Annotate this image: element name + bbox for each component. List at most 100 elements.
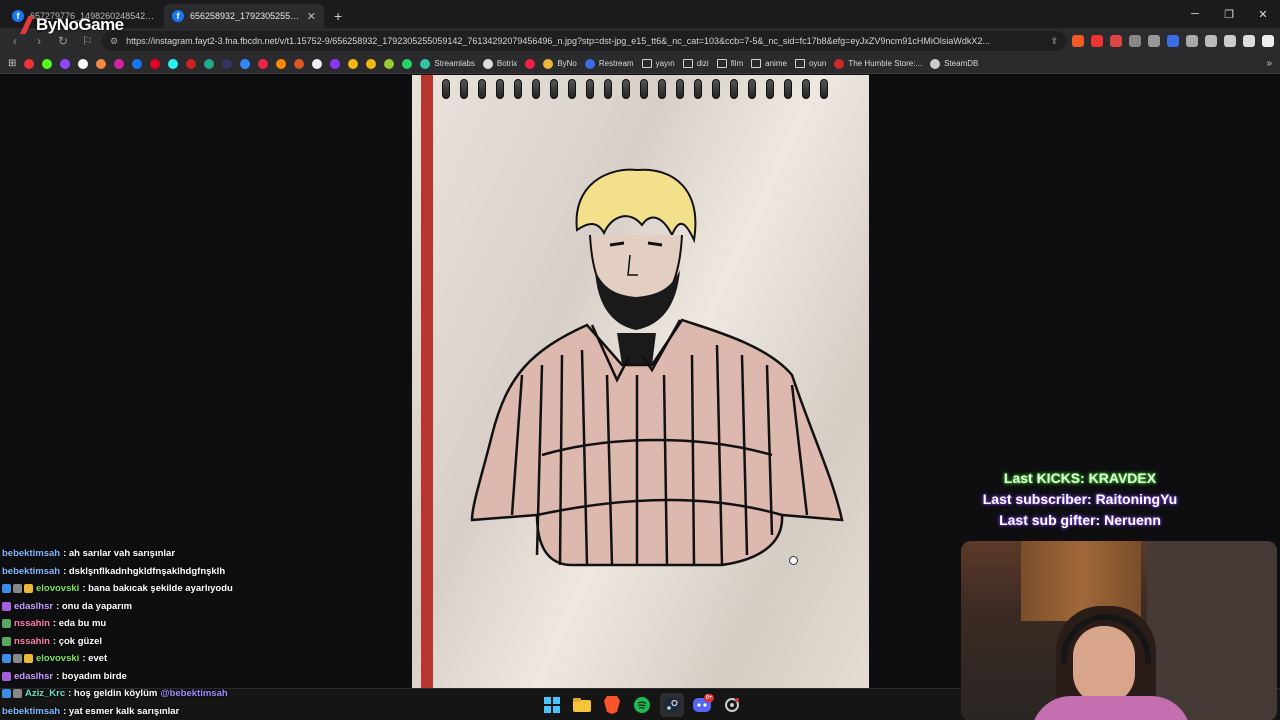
apps-grid-icon[interactable]: ⊞ bbox=[8, 58, 16, 69]
bookmark-icon[interactable] bbox=[96, 58, 107, 69]
bookmark-label: dizi bbox=[696, 59, 709, 68]
bookmark-icon[interactable] bbox=[222, 58, 233, 69]
tiktok-icon[interactable] bbox=[168, 58, 179, 69]
tab-strip: f 657279776_1498260248542652_79... f 656… bbox=[0, 0, 1280, 28]
chat-badges bbox=[2, 601, 11, 611]
bookmark-folder-yayin[interactable]: yayın bbox=[641, 59, 675, 68]
folder-shape bbox=[573, 698, 591, 712]
bookmark-icon[interactable] bbox=[525, 58, 536, 69]
chat-message: edaslhsr: onu da yaparım bbox=[2, 598, 332, 616]
chat-username[interactable]: bebektimsah bbox=[2, 548, 60, 559]
chat-username[interactable]: nssahin bbox=[14, 636, 50, 647]
puzzle-icon[interactable] bbox=[1186, 35, 1198, 47]
chat-username[interactable]: elovovski bbox=[36, 653, 79, 664]
twitch-icon[interactable] bbox=[60, 58, 71, 69]
chat-message: bebektimsah: dsklşnflkadnhgkldfnşaklhdgf… bbox=[2, 563, 332, 581]
streamer-sweater bbox=[1031, 696, 1191, 720]
bookmark-icon[interactable] bbox=[240, 58, 251, 69]
browser-tab-2[interactable]: f 656258932_1792305255059142_ ✕ bbox=[164, 4, 324, 28]
steam-icon[interactable] bbox=[660, 693, 684, 717]
extension-icon[interactable] bbox=[1148, 35, 1160, 47]
spotify-icon[interactable] bbox=[630, 693, 654, 717]
pinterest-icon[interactable] bbox=[150, 58, 161, 69]
chat-badge-icon bbox=[13, 689, 22, 699]
chat-username[interactable]: nssahin bbox=[14, 618, 50, 629]
instagram-icon[interactable] bbox=[114, 58, 125, 69]
bookmark-icon[interactable] bbox=[186, 58, 197, 69]
sidebar-icon[interactable] bbox=[1205, 35, 1217, 47]
download-icon[interactable] bbox=[1224, 35, 1236, 47]
bookmark-restream[interactable]: Restream bbox=[584, 58, 634, 69]
binance-icon[interactable] bbox=[348, 58, 359, 69]
portrait-drawing bbox=[470, 168, 844, 567]
bookmark-icon[interactable] bbox=[276, 58, 287, 69]
url-field[interactable]: ⚙ https://instagram.fayt2-3.fna.fbcdn.ne… bbox=[102, 31, 1066, 51]
bookmark-label: SteamDB bbox=[944, 59, 979, 68]
bookmark-icon[interactable] bbox=[330, 58, 341, 69]
tab-title: 656258932_1792305255059142_ bbox=[190, 11, 301, 21]
close-window-icon[interactable]: ✕ bbox=[1246, 0, 1280, 28]
maximize-icon[interactable]: ❐ bbox=[1212, 0, 1246, 28]
whatsapp-icon[interactable] bbox=[402, 58, 413, 69]
chat-badges bbox=[2, 689, 22, 699]
bookmark-folder-anime[interactable]: anime bbox=[751, 59, 787, 68]
bookmark-folder-oyun[interactable]: oyun bbox=[794, 59, 826, 68]
bookmark-icon[interactable] bbox=[258, 58, 269, 69]
bookmark-icon[interactable] bbox=[294, 58, 305, 69]
botrix-icon bbox=[482, 58, 493, 69]
bookmark-byno[interactable]: ByNo bbox=[543, 58, 577, 69]
binance-icon[interactable] bbox=[366, 58, 377, 69]
chat-username[interactable]: bebektimsah bbox=[2, 706, 60, 717]
chat-username[interactable]: edaslhsr bbox=[14, 671, 53, 682]
bookmark-icon[interactable] bbox=[384, 58, 395, 69]
bookmark-icon[interactable] bbox=[204, 58, 215, 69]
new-tab-button[interactable]: + bbox=[324, 8, 352, 28]
facebook-icon: f bbox=[172, 10, 184, 22]
close-tab-icon[interactable]: ✕ bbox=[307, 10, 316, 23]
facebook-icon[interactable] bbox=[132, 58, 143, 69]
chat-message: nssahin: çok güzel bbox=[2, 633, 332, 651]
brave-rewards-icon[interactable] bbox=[1091, 35, 1103, 47]
extension-icon[interactable] bbox=[1129, 35, 1141, 47]
amazon-icon[interactable] bbox=[312, 58, 323, 69]
window-controls: ─ ❐ ✕ bbox=[1178, 0, 1280, 28]
chat-text: : hoş geldin köylüm bbox=[68, 688, 158, 700]
x-icon[interactable] bbox=[78, 58, 89, 69]
chat-username[interactable]: elovovski bbox=[36, 583, 79, 594]
bookmark-steamdb[interactable]: SteamDB bbox=[930, 58, 979, 69]
extension-icon[interactable] bbox=[1167, 35, 1179, 47]
leo-ai-icon[interactable] bbox=[1243, 35, 1255, 47]
spotify-shape bbox=[634, 697, 650, 713]
chat-badge-icon bbox=[24, 584, 33, 594]
minimize-icon[interactable]: ─ bbox=[1178, 0, 1212, 28]
chat-username[interactable]: Aziz_Krc bbox=[25, 688, 65, 699]
menu-icon[interactable] bbox=[1262, 35, 1274, 47]
bookmark-streamlabs[interactable]: Streamlabs bbox=[420, 58, 475, 69]
youtube-icon[interactable] bbox=[24, 58, 35, 69]
chat-badges bbox=[2, 654, 33, 664]
streamlabs-icon bbox=[420, 58, 431, 69]
more-bookmarks-icon[interactable]: » bbox=[1266, 58, 1272, 69]
kick-icon[interactable] bbox=[42, 58, 53, 69]
bookmark-folder-dizi[interactable]: dizi bbox=[682, 59, 709, 68]
share-icon[interactable]: ⇪ bbox=[1050, 36, 1058, 47]
logo-text: ByNoGame bbox=[36, 15, 124, 34]
brave-shield-icon[interactable] bbox=[1072, 35, 1084, 47]
windows-start-icon[interactable] bbox=[540, 693, 564, 717]
file-explorer-icon[interactable] bbox=[570, 693, 594, 717]
chat-username[interactable]: bebektimsah bbox=[2, 566, 60, 577]
settings-icon[interactable] bbox=[720, 693, 744, 717]
chat-message: elovovski: evet bbox=[2, 650, 332, 668]
discord-icon[interactable]: 9+ bbox=[690, 693, 714, 717]
bookmark-folder-film[interactable]: film bbox=[716, 59, 743, 68]
folder-icon bbox=[794, 59, 805, 68]
bookmark-botrix[interactable]: Botrix bbox=[482, 58, 517, 69]
chat-text: : ah sarılar vah sarışınlar bbox=[63, 548, 176, 560]
site-settings-icon[interactable]: ⚙ bbox=[110, 36, 118, 47]
brave-browser-icon[interactable] bbox=[600, 693, 624, 717]
bookmark-humble[interactable]: The Humble Store:... bbox=[834, 58, 922, 69]
gmail-extension-icon[interactable] bbox=[1110, 35, 1122, 47]
chat-badges bbox=[2, 636, 11, 646]
last-kicks-label: Last KICKS: KRAVDEX bbox=[1003, 470, 1157, 486]
chat-username[interactable]: edaslhsr bbox=[14, 601, 53, 612]
